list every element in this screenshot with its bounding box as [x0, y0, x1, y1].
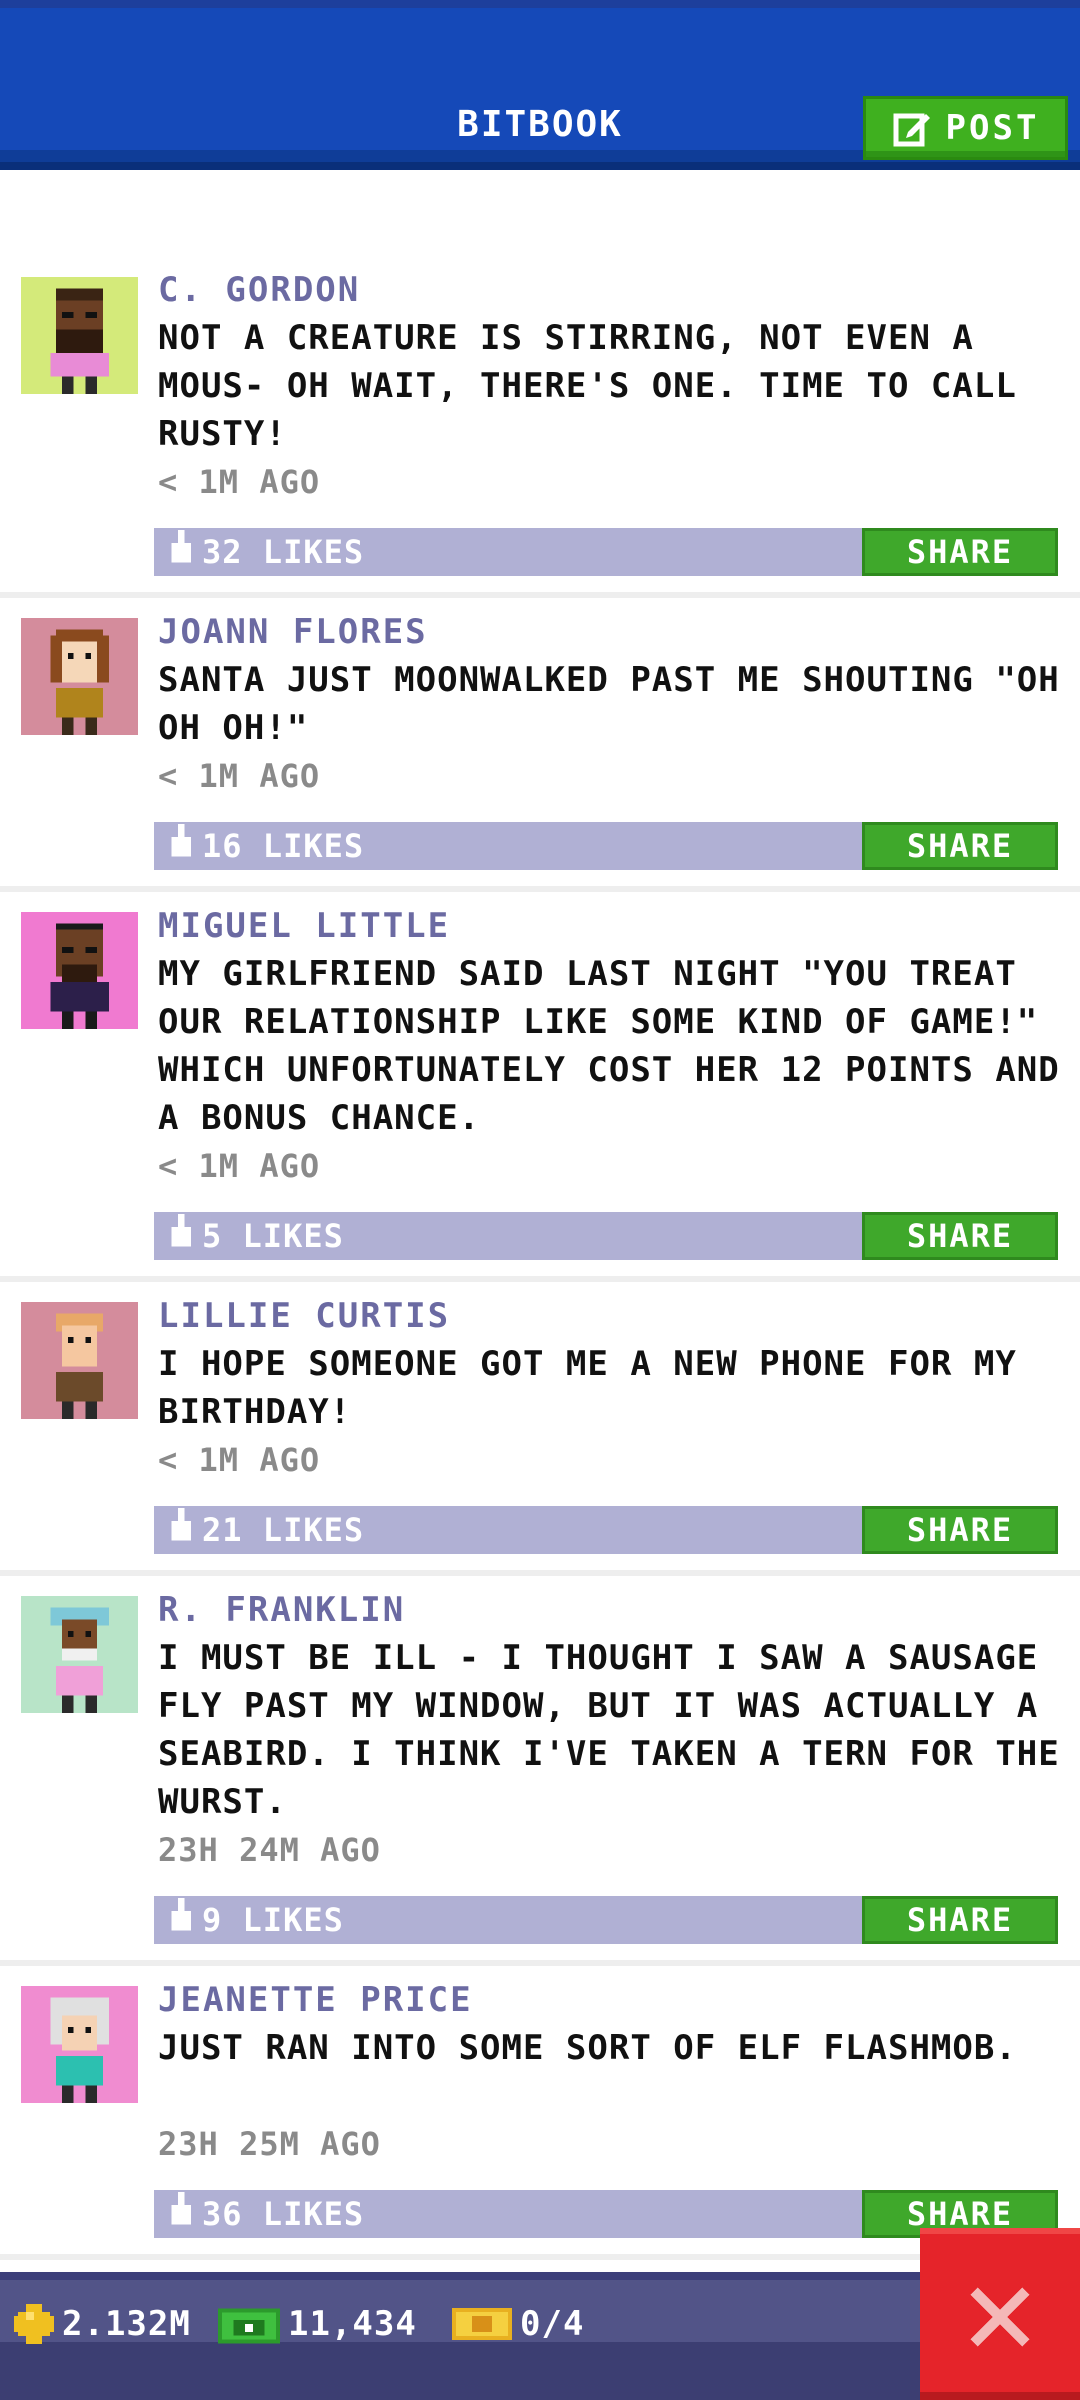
post-message: NOT A CREATURE IS STIRRING, NOT EVEN A M… — [158, 318, 1017, 454]
likes-label: 36 LIKES — [202, 2195, 365, 2233]
likes-count[interactable]: 32 LIKES — [154, 528, 364, 576]
thumbs-up-icon — [171, 1897, 191, 1931]
status-bar: 2.132M 11,434 0/4 — [0, 2272, 1080, 2400]
list-item: MIGUEL LITTLE MY GIRLFRIEND SAID LAST NI… — [0, 892, 1080, 1282]
post-author[interactable]: C. GORDON — [158, 270, 360, 310]
avatar — [21, 1302, 138, 1419]
bux-icon — [218, 2308, 280, 2344]
bux-stat: 11,434 — [218, 2294, 417, 2354]
likes-label: 9 LIKES — [202, 1901, 344, 1939]
likes-count[interactable]: 9 LIKES — [154, 1896, 344, 1944]
post-message: SANTA JUST MOONWALKED PAST ME SHOUTING "… — [158, 660, 1060, 748]
coin-icon — [14, 2304, 54, 2344]
tickets-value: 0/4 — [520, 2304, 585, 2344]
share-button[interactable]: SHARE — [862, 1212, 1058, 1260]
likes-count[interactable]: 5 LIKES — [154, 1212, 344, 1260]
post-message: I HOPE SOMEONE GOT ME A NEW PHONE FOR MY… — [158, 1344, 1017, 1432]
post-button[interactable]: POST — [863, 96, 1068, 160]
post-time: < 1M AGO — [158, 757, 321, 795]
avatar — [21, 912, 138, 1029]
post-author[interactable]: MIGUEL LITTLE — [158, 906, 450, 946]
app-header: BITBOOK POST — [0, 0, 1080, 170]
tickets-stat: 0/4 — [452, 2294, 584, 2354]
close-button[interactable] — [920, 2228, 1080, 2400]
thumbs-up-icon — [171, 1507, 191, 1541]
post-actions-bar: 21 LIKES SHARE — [154, 1506, 1058, 1554]
post-button-label: POST — [945, 108, 1040, 148]
avatar — [21, 1596, 138, 1713]
post-author[interactable]: R. FRANKLIN — [158, 1590, 405, 1630]
post-actions-bar: 32 LIKES SHARE — [154, 528, 1058, 576]
share-button[interactable]: SHARE — [862, 1896, 1058, 1944]
post-time: < 1M AGO — [158, 1441, 321, 1479]
list-item: JEANETTE PRICE JUST RAN INTO SOME SORT O… — [0, 1966, 1080, 2260]
likes-count[interactable]: 16 LIKES — [154, 822, 364, 870]
post-time: 23H 24M AGO — [158, 1831, 381, 1869]
thumbs-up-icon — [171, 823, 191, 857]
post-actions-bar: 16 LIKES SHARE — [154, 822, 1058, 870]
edit-icon — [893, 113, 930, 147]
share-button[interactable]: SHARE — [862, 822, 1058, 870]
thumbs-up-icon — [171, 1213, 191, 1247]
list-item: JOANN FLORES SANTA JUST MOONWALKED PAST … — [0, 598, 1080, 892]
coins-value: 2.132M — [62, 2304, 191, 2344]
likes-count[interactable]: 21 LIKES — [154, 1506, 364, 1554]
share-button[interactable]: SHARE — [862, 528, 1058, 576]
avatar — [21, 1986, 138, 2103]
post-message: JUST RAN INTO SOME SORT OF ELF FLASHMOB. — [158, 2028, 1017, 2068]
likes-label: 16 LIKES — [202, 827, 365, 865]
list-item: LILLIE CURTIS I HOPE SOMEONE GOT ME A NE… — [0, 1282, 1080, 1576]
avatar — [21, 277, 138, 394]
divider — [0, 2254, 1080, 2260]
bux-value: 11,434 — [288, 2304, 417, 2344]
post-message: I MUST BE ILL - I THOUGHT I SAW A SAUSAG… — [158, 1638, 1060, 1822]
likes-label: 21 LIKES — [202, 1511, 365, 1549]
likes-label: 5 LIKES — [202, 1217, 344, 1255]
post-author[interactable]: JEANETTE PRICE — [158, 1980, 473, 2020]
avatar — [21, 618, 138, 735]
list-item: R. FRANKLIN I MUST BE ILL - I THOUGHT I … — [0, 1576, 1080, 1966]
coins-stat: 2.132M — [14, 2294, 191, 2354]
likes-count[interactable]: 36 LIKES — [154, 2190, 364, 2238]
thumbs-up-icon — [171, 529, 191, 563]
thumbs-up-icon — [171, 2191, 191, 2225]
list-item: C. GORDON NOT A CREATURE IS STIRRING, NO… — [0, 170, 1080, 598]
post-author[interactable]: LILLIE CURTIS — [158, 1296, 450, 1336]
close-icon — [970, 2287, 1030, 2347]
post-time: < 1M AGO — [158, 1147, 321, 1185]
ticket-icon — [452, 2308, 512, 2340]
post-actions-bar: 5 LIKES SHARE — [154, 1212, 1058, 1260]
share-button[interactable]: SHARE — [862, 1506, 1058, 1554]
post-time: 23H 25M AGO — [158, 2125, 381, 2163]
post-time: < 1M AGO — [158, 463, 321, 501]
post-message: MY GIRLFRIEND SAID LAST NIGHT "YOU TREAT… — [158, 954, 1060, 1138]
post-author[interactable]: JOANN FLORES — [158, 612, 428, 652]
post-actions-bar: 9 LIKES SHARE — [154, 1896, 1058, 1944]
likes-label: 32 LIKES — [202, 533, 365, 571]
